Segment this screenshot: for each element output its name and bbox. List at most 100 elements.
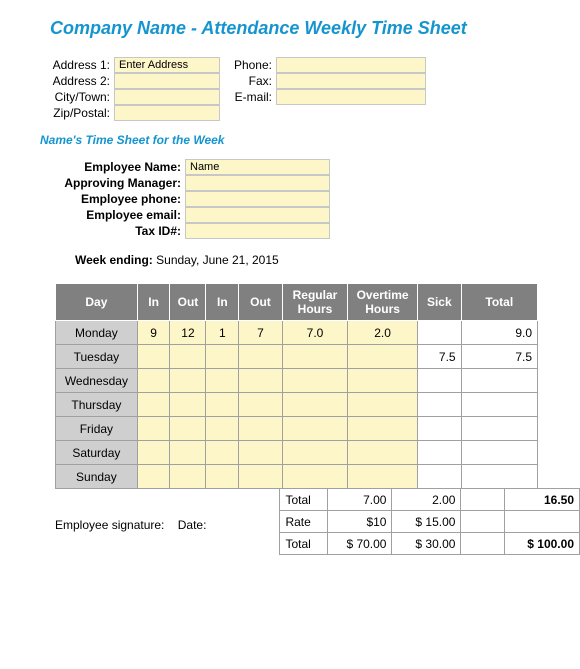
cell-out[interactable] bbox=[170, 417, 206, 441]
totals-table: Total 7.00 2.00 16.50 Rate $10 $ 15.00 T… bbox=[279, 488, 580, 555]
address2-label: Address 2: bbox=[40, 73, 114, 89]
cell-sick[interactable] bbox=[417, 369, 461, 393]
cell-out[interactable] bbox=[170, 393, 206, 417]
cell-out[interactable] bbox=[170, 441, 206, 465]
cell-ot[interactable] bbox=[348, 417, 418, 441]
employee-name-field[interactable]: Name bbox=[185, 159, 330, 175]
signature-label: Employee signature: bbox=[55, 518, 164, 532]
cell-in[interactable] bbox=[137, 441, 170, 465]
cell-out[interactable] bbox=[170, 369, 206, 393]
cell-in2[interactable] bbox=[206, 345, 239, 369]
th-reg: Regular Hours bbox=[282, 284, 347, 321]
cell-out2[interactable] bbox=[239, 417, 283, 441]
city-label: City/Town: bbox=[40, 89, 114, 105]
cell-day: Friday bbox=[56, 417, 138, 441]
cell-sick[interactable] bbox=[417, 321, 461, 345]
cell-in[interactable] bbox=[137, 345, 170, 369]
cell-reg[interactable] bbox=[282, 369, 347, 393]
cell-in2[interactable]: 1 bbox=[206, 321, 239, 345]
cell-reg[interactable] bbox=[282, 393, 347, 417]
cell-reg[interactable] bbox=[282, 417, 347, 441]
subtitle: Name's Time Sheet for the Week bbox=[40, 133, 580, 147]
cell-day: Tuesday bbox=[56, 345, 138, 369]
cell-out[interactable]: 12 bbox=[170, 321, 206, 345]
cell-reg[interactable] bbox=[282, 465, 347, 489]
email-field[interactable] bbox=[276, 89, 426, 105]
table-row: Sunday bbox=[56, 465, 538, 489]
totals-row-label: Total bbox=[280, 489, 327, 511]
cell-in[interactable]: 9 bbox=[137, 321, 170, 345]
cell-day: Wednesday bbox=[56, 369, 138, 393]
cell-out2[interactable] bbox=[239, 465, 283, 489]
grand-row-total: $ 100.00 bbox=[504, 533, 579, 555]
phone-label: Phone: bbox=[228, 57, 276, 73]
cell-in2[interactable] bbox=[206, 465, 239, 489]
totals-row-reg: 7.00 bbox=[327, 489, 392, 511]
th-out2: Out bbox=[239, 284, 283, 321]
grand-row-label: Total bbox=[280, 533, 327, 555]
cell-total bbox=[461, 441, 537, 465]
employee-block: Employee Name:Name Approving Manager: Em… bbox=[55, 159, 580, 239]
cell-in[interactable] bbox=[137, 417, 170, 441]
cell-out2[interactable]: 7 bbox=[239, 321, 283, 345]
cell-sick[interactable] bbox=[417, 441, 461, 465]
cell-out2[interactable] bbox=[239, 393, 283, 417]
cell-in2[interactable] bbox=[206, 393, 239, 417]
cell-in2[interactable] bbox=[206, 417, 239, 441]
employee-email-field[interactable] bbox=[185, 207, 330, 223]
signature-block: Employee signature: Date: bbox=[55, 488, 279, 555]
cell-reg[interactable]: 7.0 bbox=[282, 321, 347, 345]
th-out: Out bbox=[170, 284, 206, 321]
table-row: Wednesday bbox=[56, 369, 538, 393]
th-in: In bbox=[137, 284, 170, 321]
phone-field[interactable] bbox=[276, 57, 426, 73]
rate-row-label: Rate bbox=[280, 511, 327, 533]
fax-field[interactable] bbox=[276, 73, 426, 89]
address1-field[interactable]: Enter Address bbox=[114, 57, 220, 73]
cell-reg[interactable] bbox=[282, 441, 347, 465]
totals-row-sick bbox=[461, 489, 504, 511]
cell-out2[interactable] bbox=[239, 369, 283, 393]
cell-in[interactable] bbox=[137, 393, 170, 417]
cell-ot[interactable] bbox=[348, 393, 418, 417]
week-ending-value: Sunday, June 21, 2015 bbox=[156, 253, 279, 267]
employee-email-label: Employee email: bbox=[55, 207, 185, 223]
approving-manager-label: Approving Manager: bbox=[55, 175, 185, 191]
cell-ot[interactable] bbox=[348, 465, 418, 489]
table-row: Friday bbox=[56, 417, 538, 441]
cell-sick[interactable] bbox=[417, 417, 461, 441]
cell-total bbox=[461, 417, 537, 441]
tax-id-field[interactable] bbox=[185, 223, 330, 239]
cell-out2[interactable] bbox=[239, 345, 283, 369]
cell-sick[interactable]: 7.5 bbox=[417, 345, 461, 369]
cell-ot[interactable] bbox=[348, 441, 418, 465]
cell-sick[interactable] bbox=[417, 393, 461, 417]
zip-label: Zip/Postal: bbox=[40, 105, 114, 121]
address2-field[interactable] bbox=[114, 73, 220, 89]
cell-out2[interactable] bbox=[239, 441, 283, 465]
employee-phone-field[interactable] bbox=[185, 191, 330, 207]
cell-out[interactable] bbox=[170, 345, 206, 369]
cell-total: 9.0 bbox=[461, 321, 537, 345]
cell-ot[interactable] bbox=[348, 369, 418, 393]
cell-ot[interactable]: 2.0 bbox=[348, 321, 418, 345]
cell-reg[interactable] bbox=[282, 345, 347, 369]
zip-field[interactable] bbox=[114, 105, 220, 121]
cell-in[interactable] bbox=[137, 465, 170, 489]
cell-total bbox=[461, 465, 537, 489]
cell-out[interactable] bbox=[170, 465, 206, 489]
cell-day: Sunday bbox=[56, 465, 138, 489]
approving-manager-field[interactable] bbox=[185, 175, 330, 191]
timesheet-table: Day In Out In Out Regular Hours Overtime… bbox=[55, 283, 538, 489]
city-field[interactable] bbox=[114, 89, 220, 105]
cell-in2[interactable] bbox=[206, 441, 239, 465]
date-label: Date: bbox=[178, 518, 207, 532]
th-total: Total bbox=[461, 284, 537, 321]
cell-sick[interactable] bbox=[417, 465, 461, 489]
cell-in2[interactable] bbox=[206, 369, 239, 393]
cell-in[interactable] bbox=[137, 369, 170, 393]
cell-ot[interactable] bbox=[348, 345, 418, 369]
table-row: Tuesday7.57.5 bbox=[56, 345, 538, 369]
cell-day: Thursday bbox=[56, 393, 138, 417]
cell-total bbox=[461, 393, 537, 417]
